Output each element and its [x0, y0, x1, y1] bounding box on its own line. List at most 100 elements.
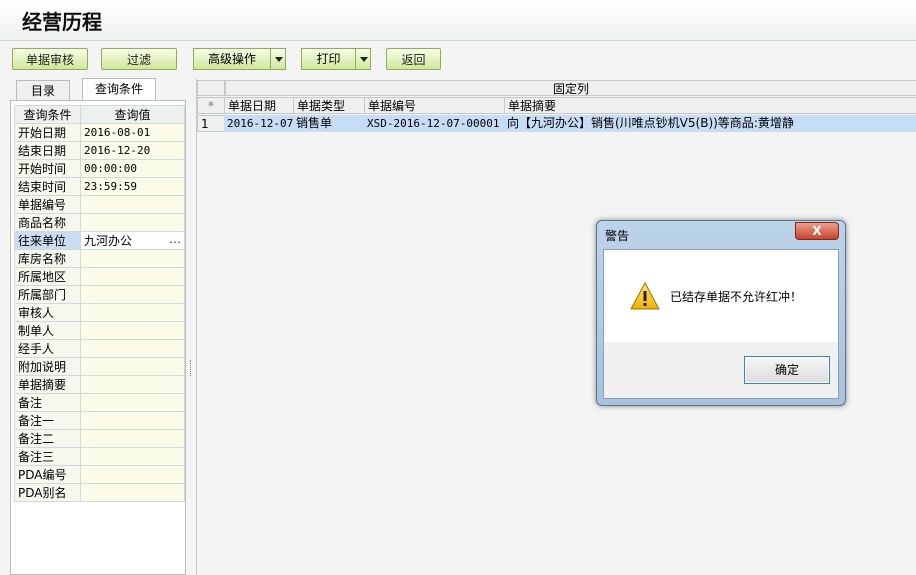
condition-row[interactable]: 备注: [14, 393, 185, 412]
dialog-message: 已结存单据不允许红冲！: [670, 290, 803, 304]
browse-ellipsis-icon[interactable]: …: [169, 233, 181, 247]
tab-query-conditions[interactable]: 查询条件: [82, 78, 156, 101]
condition-row[interactable]: 结束日期 2016-12-20: [14, 141, 185, 160]
conditions-panel: 查询条件 查询值 开始日期 2016-08-01 结束日期 2016-12-20 开始时…: [10, 100, 186, 575]
condition-row[interactable]: PDA编号: [14, 465, 185, 484]
condition-row[interactable]: 备注一: [14, 411, 185, 430]
condition-value-field[interactable]: 2016-12-20: [80, 141, 185, 160]
column-header-type[interactable]: 单据类型: [293, 97, 365, 114]
condition-label: 经手人: [14, 339, 81, 358]
condition-label: 开始时间: [14, 159, 81, 178]
condition-row[interactable]: 单据编号: [14, 195, 185, 214]
row-selector-header: *: [197, 97, 225, 114]
print-label[interactable]: 打印: [301, 48, 356, 70]
condition-value: 2016-08-01: [84, 126, 151, 139]
condition-label: 所属部门: [14, 285, 81, 304]
table-row[interactable]: 1 2016-12-07 销售单 XSD-2016-12-07-00001 向【…: [197, 115, 916, 132]
condition-row[interactable]: 结束时间 23:59:59: [14, 177, 185, 196]
condition-label: 审核人: [14, 303, 81, 322]
condition-value-field[interactable]: [80, 357, 185, 376]
condition-row[interactable]: 往来单位 九河办公 …: [14, 231, 185, 250]
conditions-table: 查询条件 查询值 开始日期 2016-08-01 结束日期 2016-12-20 开始时…: [14, 105, 185, 502]
condition-label: 单据摘要: [14, 375, 81, 394]
dialog-body: 已结存单据不允许红冲！ 确定: [603, 249, 839, 399]
condition-row[interactable]: 制单人: [14, 321, 185, 340]
condition-label: PDA别名: [14, 483, 81, 502]
condition-label: 制单人: [14, 321, 81, 340]
panel-splitter[interactable]: [190, 360, 193, 376]
condition-value-field[interactable]: [80, 303, 185, 322]
advanced-ops-button[interactable]: 高级操作: [193, 48, 286, 70]
condition-row[interactable]: 备注二: [14, 429, 185, 448]
condition-label: 往来单位: [14, 231, 81, 250]
condition-value-field[interactable]: [80, 429, 185, 448]
condition-label: PDA编号: [14, 465, 81, 484]
condition-value-field[interactable]: [80, 195, 185, 214]
condition-value-field[interactable]: 九河办公 …: [80, 231, 185, 250]
condition-row[interactable]: 附加说明: [14, 357, 185, 376]
condition-value-field[interactable]: 23:59:59: [80, 177, 185, 196]
ok-button[interactable]: 确定: [744, 356, 830, 384]
chevron-down-icon[interactable]: [355, 48, 371, 70]
condition-value: 2016-12-20: [84, 144, 151, 157]
chevron-down-icon[interactable]: [270, 48, 286, 70]
close-button[interactable]: X: [795, 222, 839, 240]
advanced-ops-label[interactable]: 高级操作: [193, 48, 271, 70]
condition-value-field[interactable]: [80, 393, 185, 412]
column-header-date[interactable]: 单据日期: [224, 97, 294, 114]
grid-corner: [197, 80, 225, 96]
review-button[interactable]: 单据审核: [12, 48, 88, 70]
condition-row[interactable]: 开始时间 00:00:00: [14, 159, 185, 178]
condition-value-field[interactable]: [80, 249, 185, 268]
condition-label: 备注二: [14, 429, 81, 448]
condition-value: 23:59:59: [84, 180, 137, 193]
condition-value-field[interactable]: [80, 375, 185, 394]
filter-button[interactable]: 过滤: [101, 48, 177, 70]
condition-value-field[interactable]: [80, 483, 185, 502]
condition-label: 库房名称: [14, 249, 81, 268]
condition-row[interactable]: 所属地区: [14, 267, 185, 286]
condition-row[interactable]: 库房名称: [14, 249, 185, 268]
dialog-title: 警告: [605, 229, 630, 243]
condition-label: 开始日期: [14, 123, 81, 142]
condition-row[interactable]: 商品名称: [14, 213, 185, 232]
condition-value-field[interactable]: [80, 465, 185, 484]
condition-row[interactable]: 开始日期 2016-08-01: [14, 123, 185, 142]
tab-catalog[interactable]: 目录: [16, 80, 70, 100]
condition-value-field[interactable]: [80, 339, 185, 358]
cell-type[interactable]: 销售单: [293, 115, 365, 132]
page-title: 经营历程: [22, 10, 102, 34]
title-bar: 经营历程: [0, 0, 916, 41]
condition-label: 单据编号: [14, 195, 81, 214]
condition-row[interactable]: 单据摘要: [14, 375, 185, 394]
dialog-message-area: 已结存单据不允许红冲！: [604, 250, 838, 342]
cell-summary[interactable]: 向【九河办公】销售(川唯点钞机V5(B))等商品:黄增静: [504, 115, 916, 132]
condition-label: 备注一: [14, 411, 81, 430]
condition-value-field[interactable]: [80, 447, 185, 466]
condition-row[interactable]: 所属部门: [14, 285, 185, 304]
print-button[interactable]: 打印: [301, 48, 371, 70]
column-header-condition: 查询条件: [14, 105, 81, 124]
column-header-summary[interactable]: 单据摘要: [504, 97, 916, 114]
condition-row[interactable]: 审核人: [14, 303, 185, 322]
condition-value-field[interactable]: [80, 411, 185, 430]
condition-row[interactable]: PDA别名: [14, 483, 185, 502]
cell-number[interactable]: XSD-2016-12-07-00001: [364, 115, 505, 132]
condition-value-field[interactable]: 00:00:00: [80, 159, 185, 178]
condition-value: 九河办公: [84, 234, 133, 248]
condition-label: 商品名称: [14, 213, 81, 232]
warning-icon: [630, 282, 660, 310]
condition-value-field[interactable]: [80, 285, 185, 304]
condition-row[interactable]: 备注三: [14, 447, 185, 466]
cell-date[interactable]: 2016-12-07: [224, 115, 294, 132]
condition-label: 附加说明: [14, 357, 81, 376]
column-header-number[interactable]: 单据编号: [364, 97, 505, 114]
condition-value-field[interactable]: [80, 267, 185, 286]
back-button[interactable]: 返回: [386, 48, 441, 70]
left-panel: 目录 查询条件 查询条件 查询值 开始日期 2016-08-01 结束日期 2016-…: [10, 78, 186, 575]
column-header-value: 查询值: [80, 105, 185, 124]
condition-value-field[interactable]: [80, 213, 185, 232]
condition-value-field[interactable]: [80, 321, 185, 340]
condition-value-field[interactable]: 2016-08-01: [80, 123, 185, 142]
condition-row[interactable]: 经手人: [14, 339, 185, 358]
